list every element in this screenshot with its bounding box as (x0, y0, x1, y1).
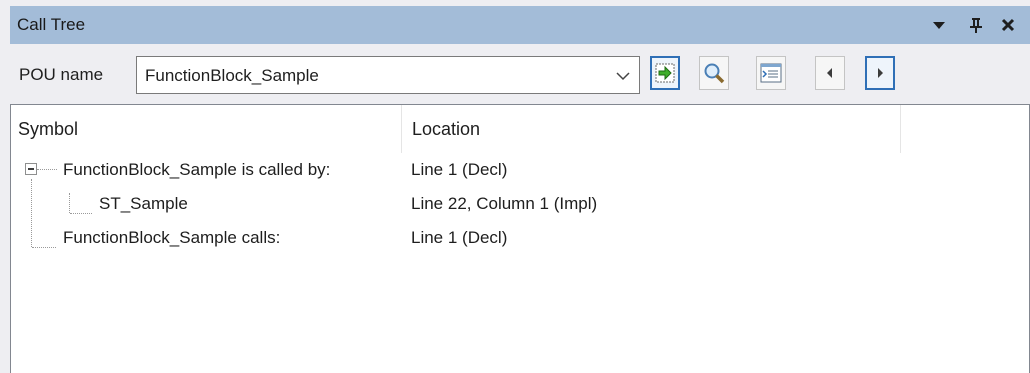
tree-row-symbol: ST_Sample (99, 194, 188, 213)
go-arrow-icon (655, 63, 675, 83)
tree-row-symbol: FunctionBlock_Sample calls: (63, 228, 281, 247)
close-icon (1001, 18, 1015, 32)
minus-icon (28, 168, 34, 170)
next-button[interactable] (865, 56, 895, 90)
column-header-row: Symbol Location (11, 105, 1029, 153)
call-tree-toolbar: POU name FunctionBlock_Sample (10, 44, 1030, 104)
tree-row[interactable]: FunctionBlock_Sample is called by: Line … (11, 155, 1029, 189)
call-tree-titlebar: Call Tree (10, 6, 1030, 44)
tree-row[interactable]: FunctionBlock_Sample calls: Line 1 (Decl… (11, 223, 1029, 257)
tree-row-location: Line 22, Column 1 (Impl) (411, 194, 598, 213)
window-title: Call Tree (17, 15, 86, 34)
pin-button[interactable] (963, 6, 989, 44)
window-menu-button[interactable] (926, 6, 952, 44)
tree-row[interactable]: ST_Sample Line 22, Column 1 (Impl) (11, 189, 1029, 223)
close-button[interactable] (995, 6, 1021, 44)
pin-icon (970, 18, 982, 33)
column-header-symbol[interactable]: Symbol (18, 119, 78, 140)
collapse-toggle[interactable] (25, 163, 37, 175)
pou-name-value: FunctionBlock_Sample (145, 66, 319, 85)
browse-icon (760, 63, 782, 83)
tree-row-location: Line 1 (Decl) (411, 228, 508, 247)
tree-row-symbol: FunctionBlock_Sample is called by: (63, 160, 331, 179)
call-tree-view[interactable]: Symbol Location FunctionBlock_Sample is … (10, 104, 1030, 373)
previous-button[interactable] (815, 56, 845, 90)
column-header-location[interactable]: Location (412, 119, 480, 140)
pou-name-combobox[interactable]: FunctionBlock_Sample (136, 56, 640, 94)
pou-name-label: POU name (19, 65, 104, 84)
triangle-left-icon (827, 68, 832, 78)
chevron-down-icon[interactable] (615, 68, 631, 84)
chevron-down-icon (933, 22, 945, 29)
triangle-right-icon (878, 68, 883, 78)
tree-row-location: Line 1 (Decl) (411, 160, 508, 179)
find-button[interactable] (699, 56, 729, 90)
column-divider[interactable] (401, 105, 402, 153)
go-to-call-tree-button[interactable] (650, 56, 680, 90)
browse-structure-button[interactable] (756, 56, 786, 90)
magnifier-icon (704, 63, 725, 84)
column-divider[interactable] (900, 105, 901, 153)
